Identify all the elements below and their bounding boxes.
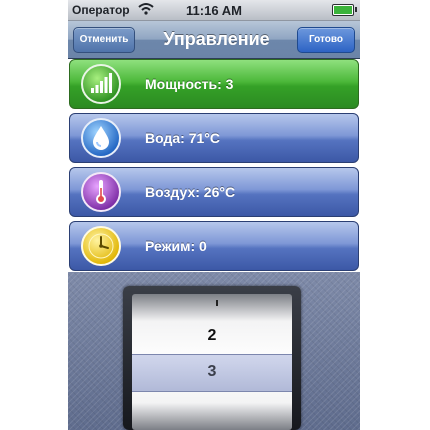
phone-screen: Оператор 11:16 AM Отменить Управление Го… (68, 0, 360, 430)
row-power[interactable]: Мощность: 3 (69, 59, 359, 109)
cancel-button[interactable]: Отменить (73, 27, 135, 53)
picker-option-selected[interactable]: 3 (132, 354, 292, 390)
clock-icon (80, 225, 122, 267)
picker-area: 2 3 (68, 272, 360, 430)
row-air[interactable]: Воздух: 26°C (69, 167, 359, 217)
battery-icon (332, 4, 357, 16)
row-mode-label: Режим: 0 (145, 238, 207, 254)
navigation-bar: Отменить Управление Готово (68, 21, 360, 59)
thermometer-icon (80, 171, 122, 213)
picker-wheel[interactable]: 2 3 (132, 294, 292, 430)
row-air-label: Воздух: 26°C (145, 184, 236, 200)
row-water[interactable]: Вода: 71°C (69, 113, 359, 163)
row-mode[interactable]: Режим: 0 (69, 221, 359, 271)
row-power-label: Мощность: 3 (145, 76, 234, 92)
status-bar: Оператор 11:16 AM (68, 0, 360, 21)
clock-time: 11:16 AM (186, 3, 242, 18)
row-water-label: Вода: 71°C (145, 130, 220, 146)
picker-option[interactable]: 2 (132, 318, 292, 354)
water-drop-icon (80, 117, 122, 159)
picker-tick (216, 300, 218, 306)
done-button[interactable]: Готово (297, 27, 355, 53)
page-title: Управление (163, 29, 270, 49)
value-picker[interactable]: 2 3 (123, 286, 301, 430)
signal-bars-icon (80, 63, 122, 105)
